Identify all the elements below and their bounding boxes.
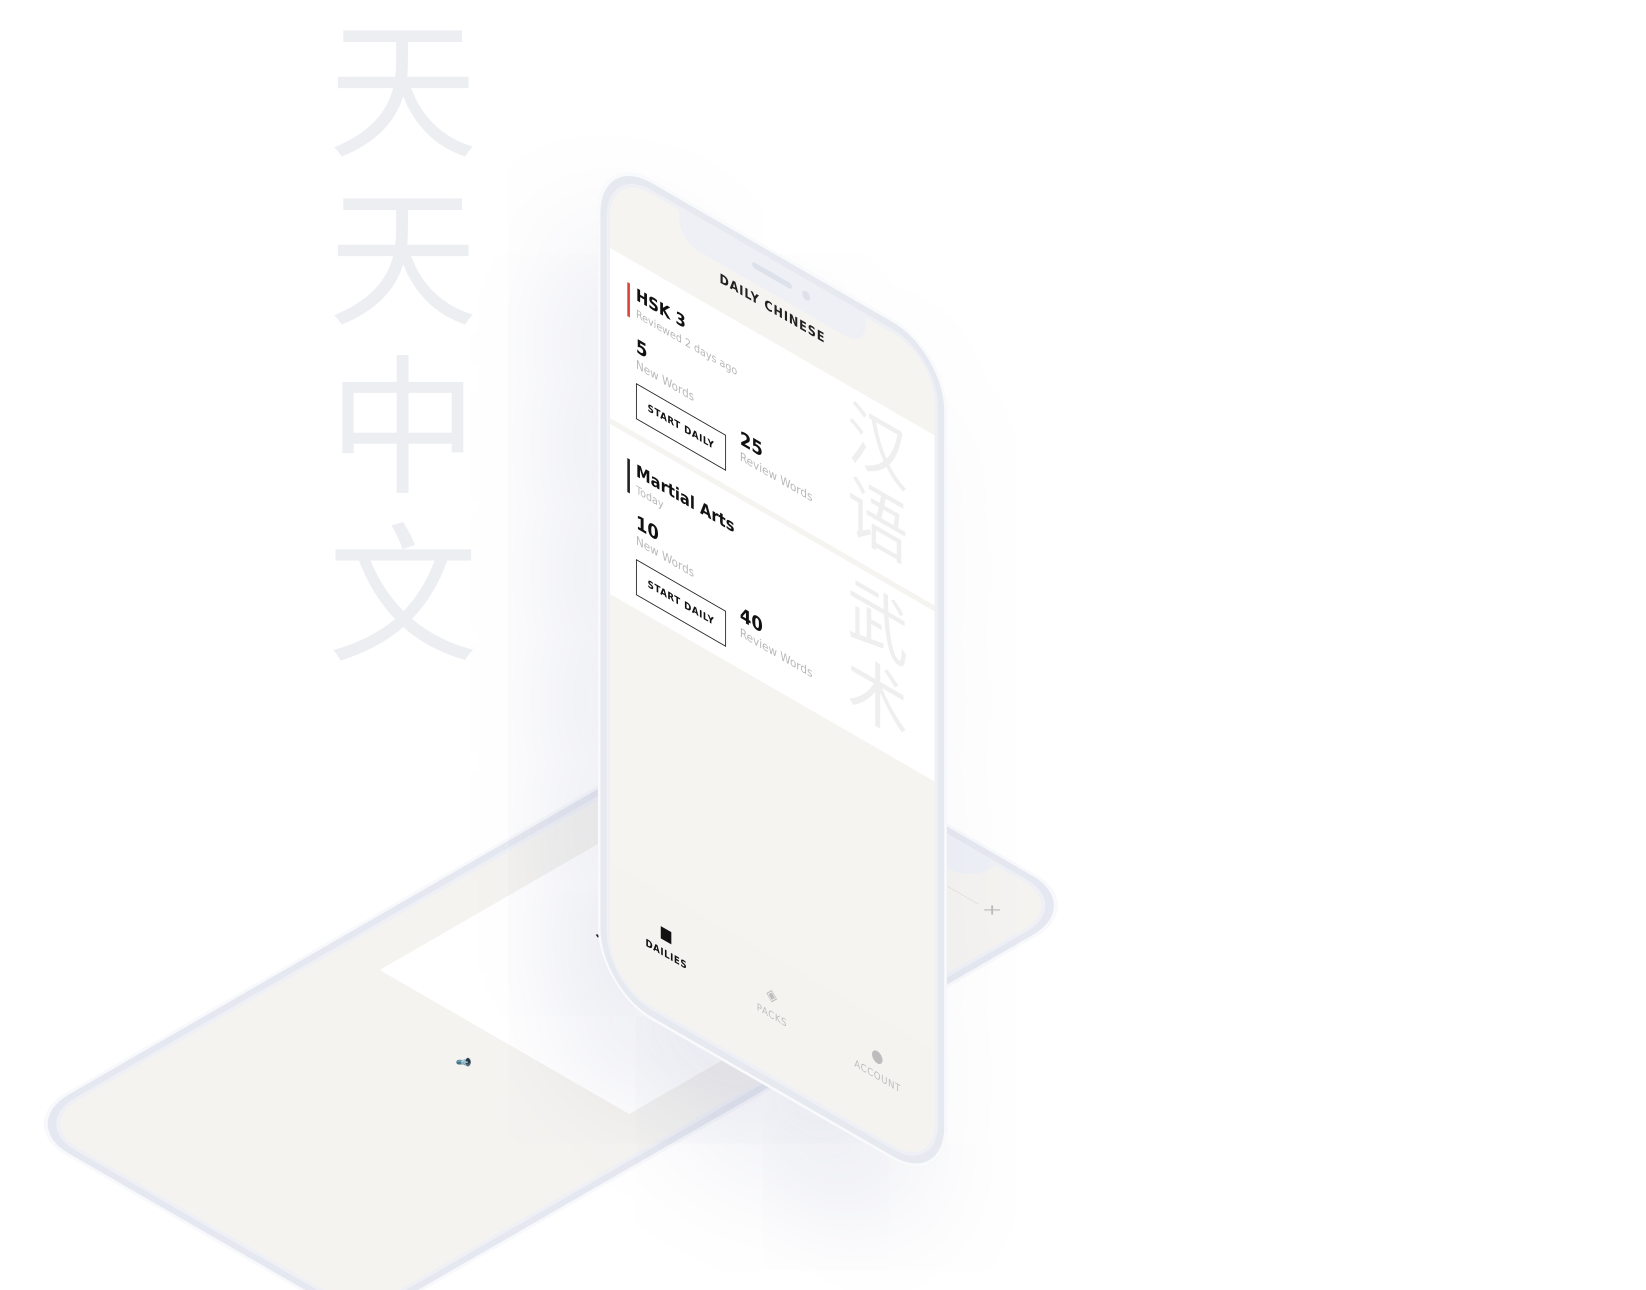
card-accent-bar	[627, 458, 630, 494]
front-camera	[802, 289, 811, 303]
tab-dailies[interactable]: ■ DAILIES	[619, 897, 714, 988]
card-watermark: 汉语	[847, 389, 908, 580]
background-calligraphy: 天 天 中 文	[318, 10, 488, 682]
card-watermark: 武术	[847, 565, 908, 756]
review-words-label: Review Words	[739, 625, 813, 681]
card-accent-bar	[627, 282, 630, 318]
review-words-label: Review Words	[739, 449, 813, 505]
calligraphy-char: 天	[327, 175, 478, 349]
speaker-icon[interactable]: 🔈	[452, 1053, 484, 1071]
mockup-stage: 天 天 中 文 × 杰出 🔈 DAILY CHINESE 汉语	[0, 0, 1646, 1290]
calligraphy-char: 文	[327, 511, 478, 685]
tab-account[interactable]: ● ACCOUNT	[830, 1019, 925, 1110]
close-icon[interactable]: ×	[976, 901, 1007, 919]
calligraphy-char: 天	[327, 7, 478, 181]
dailies-phone: DAILY CHINESE 汉语 HSK 3 Reviewed 2 days a…	[597, 149, 947, 1191]
tab-packs[interactable]: ◈ PACKS	[724, 958, 819, 1049]
calligraphy-char: 中	[327, 343, 478, 517]
